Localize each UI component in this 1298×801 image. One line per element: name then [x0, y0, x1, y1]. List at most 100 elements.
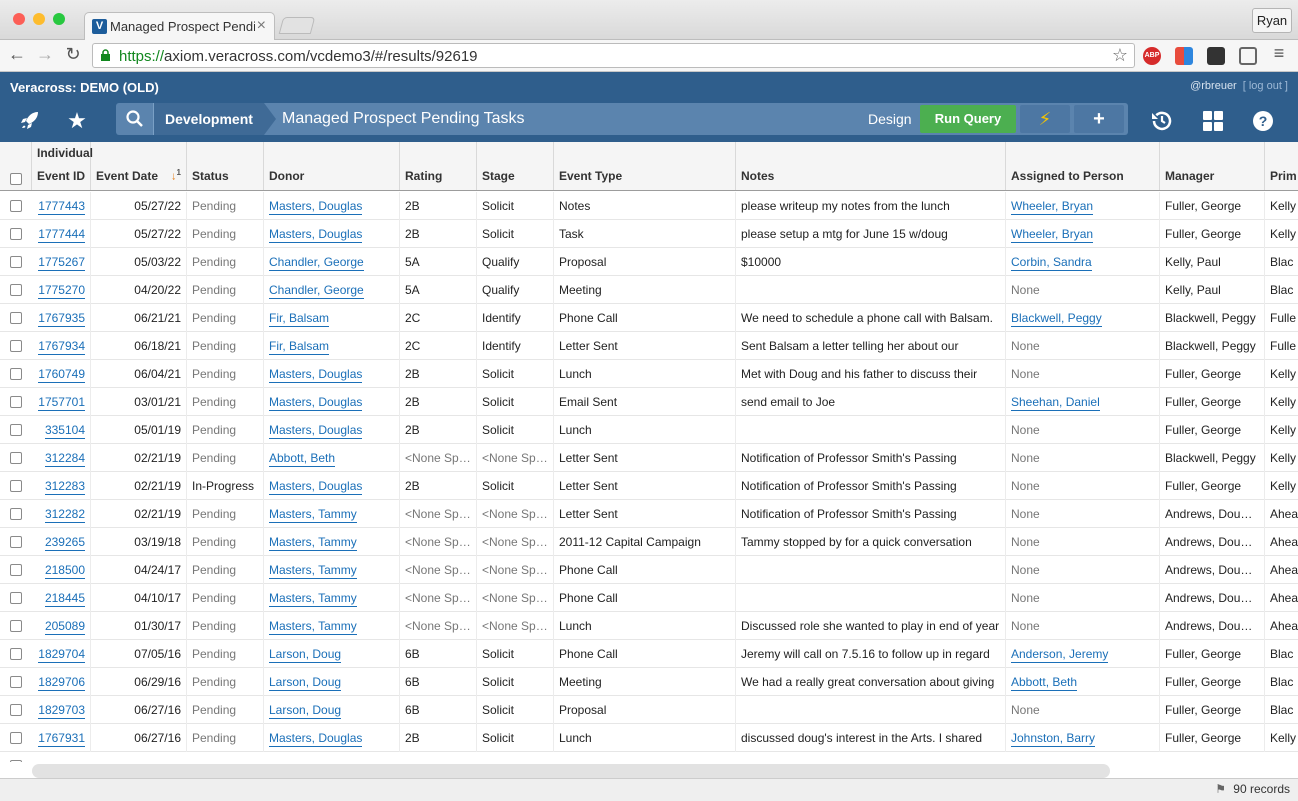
row-checkbox[interactable]: [10, 648, 22, 660]
event-id-link[interactable]: 312284: [44, 451, 85, 467]
close-window-icon[interactable]: [13, 13, 25, 25]
incognito-extension-icon[interactable]: [1207, 47, 1225, 65]
forward-icon[interactable]: →: [34, 44, 56, 65]
new-tab-button[interactable]: [278, 17, 316, 34]
table-row[interactable]: 1775267 05/03/22 Pending Chandler, George 5A…: [0, 248, 1298, 276]
event-id-link[interactable]: 205089: [44, 619, 85, 635]
table-row[interactable]: 1767931 06/27/16 Pending Masters, Douglas 2B…: [0, 724, 1298, 752]
row-checkbox[interactable]: [10, 396, 22, 408]
row-checkbox[interactable]: [10, 564, 22, 576]
table-row[interactable]: 312282 02/21/19 Pending Masters, Tammy <None…: [0, 500, 1298, 528]
event-id-link[interactable]: 1777443: [38, 199, 85, 215]
assigned-link[interactable]: Wheeler, Bryan: [1011, 227, 1094, 243]
event-id-link[interactable]: 335104: [44, 423, 85, 439]
help-icon[interactable]: ?: [1246, 104, 1280, 138]
column-header-stage[interactable]: Stage: [477, 142, 554, 190]
run-query-button[interactable]: Run Query: [920, 105, 1016, 133]
table-row[interactable]: 1767935 06/21/21 Pending Fir, Balsam 2C Ident…: [0, 304, 1298, 332]
event-id-link[interactable]: 1777444: [38, 227, 85, 243]
table-row[interactable]: [0, 752, 1298, 762]
row-checkbox[interactable]: [10, 536, 22, 548]
donor-link[interactable]: Masters, Douglas: [269, 731, 363, 747]
event-id-link[interactable]: 1829706: [38, 675, 85, 691]
column-header-donor[interactable]: Donor: [264, 142, 400, 190]
select-all-checkbox[interactable]: [10, 173, 22, 185]
table-row[interactable]: 239265 03/19/18 Pending Masters, Tammy <None…: [0, 528, 1298, 556]
bookmark-star-icon[interactable]: ☆: [1112, 45, 1128, 66]
event-id-link[interactable]: 218445: [44, 591, 85, 607]
favorites-star-icon[interactable]: ★: [60, 104, 94, 138]
donor-link[interactable]: Abbott, Beth: [269, 451, 336, 467]
grid-apps-icon[interactable]: [1196, 104, 1230, 138]
row-checkbox[interactable]: [10, 620, 22, 632]
horizontal-scrollbar[interactable]: [32, 764, 1110, 778]
row-checkbox[interactable]: [10, 284, 22, 296]
maximize-window-icon[interactable]: [53, 13, 65, 25]
row-checkbox[interactable]: [10, 312, 22, 324]
table-row[interactable]: 1760749 06/04/21 Pending Masters, Douglas 2B…: [0, 360, 1298, 388]
donor-link[interactable]: Masters, Tammy: [269, 563, 357, 579]
assigned-link[interactable]: Wheeler, Bryan: [1011, 199, 1094, 215]
row-checkbox[interactable]: [10, 200, 22, 212]
donor-link[interactable]: Masters, Douglas: [269, 199, 363, 215]
donor-link[interactable]: Fir, Balsam: [269, 339, 330, 355]
donor-link[interactable]: Larson, Doug: [269, 675, 342, 691]
donor-link[interactable]: Masters, Douglas: [269, 423, 363, 439]
menu-icon[interactable]: ≡: [1268, 43, 1290, 64]
table-row[interactable]: 1829703 06/27/16 Pending Larson, Doug 6B Soli…: [0, 696, 1298, 724]
column-header-event-date[interactable]: Event Date ↓1: [91, 142, 187, 190]
address-bar[interactable]: https://axiom.veracross.com/vcdemo3/#/re…: [92, 43, 1135, 68]
row-checkbox[interactable]: [10, 760, 22, 762]
assigned-link[interactable]: Sheehan, Daniel: [1011, 395, 1100, 411]
row-checkbox[interactable]: [10, 368, 22, 380]
donor-link[interactable]: Masters, Tammy: [269, 535, 357, 551]
event-id-link[interactable]: 1829703: [38, 703, 85, 719]
row-checkbox[interactable]: [10, 452, 22, 464]
row-checkbox[interactable]: [10, 508, 22, 520]
row-checkbox[interactable]: [10, 228, 22, 240]
row-checkbox[interactable]: [10, 676, 22, 688]
donor-link[interactable]: Masters, Tammy: [269, 591, 357, 607]
row-checkbox[interactable]: [10, 340, 22, 352]
assigned-link[interactable]: Corbin, Sandra: [1011, 255, 1092, 271]
column-header-event-id[interactable]: Individual Event ID: [32, 142, 93, 190]
column-header-notes[interactable]: Notes: [736, 142, 1006, 190]
assigned-link[interactable]: Blackwell, Peggy: [1011, 311, 1102, 327]
column-header-manager[interactable]: Manager: [1160, 142, 1265, 190]
add-icon[interactable]: +: [1074, 105, 1124, 133]
column-header-assigned-to[interactable]: Assigned to Person: [1006, 142, 1160, 190]
table-row[interactable]: 218500 04/24/17 Pending Masters, Tammy <None…: [0, 556, 1298, 584]
close-tab-icon[interactable]: ×: [257, 17, 266, 35]
table-row[interactable]: 205089 01/30/17 Pending Masters, Tammy <None…: [0, 612, 1298, 640]
extension-icon[interactable]: [1175, 47, 1193, 65]
donor-link[interactable]: Chandler, George: [269, 283, 364, 299]
donor-link[interactable]: Larson, Doug: [269, 703, 342, 719]
donor-link[interactable]: Larson, Doug: [269, 647, 342, 663]
row-checkbox[interactable]: [10, 592, 22, 604]
table-row[interactable]: 218445 04/10/17 Pending Masters, Tammy <None…: [0, 584, 1298, 612]
search-icon[interactable]: [116, 103, 154, 135]
donor-link[interactable]: Masters, Tammy: [269, 619, 357, 635]
event-id-link[interactable]: 1767935: [38, 311, 85, 327]
table-row[interactable]: 312283 02/21/19 In-Progress Masters, Dougla…: [0, 472, 1298, 500]
column-header-primary[interactable]: Prim: [1265, 142, 1298, 190]
row-checkbox[interactable]: [10, 732, 22, 744]
event-id-link[interactable]: 312283: [44, 479, 85, 495]
table-row[interactable]: 1829706 06/29/16 Pending Larson, Doug 6B Soli…: [0, 668, 1298, 696]
table-row[interactable]: 1829704 07/05/16 Pending Larson, Doug 6B Soli…: [0, 640, 1298, 668]
row-checkbox[interactable]: [10, 480, 22, 492]
table-row[interactable]: 1777444 05/27/22 Pending Masters, Douglas 2B…: [0, 220, 1298, 248]
browser-tab[interactable]: V Managed Prospect Pending ×: [84, 12, 275, 41]
event-id-link[interactable]: 1775267: [38, 255, 85, 271]
column-header-status[interactable]: Status: [187, 142, 264, 190]
donor-link[interactable]: Fir, Balsam: [269, 311, 330, 327]
event-id-link[interactable]: 1767931: [38, 731, 85, 747]
table-row[interactable]: 335104 05/01/19 Pending Masters, Douglas 2B S…: [0, 416, 1298, 444]
assigned-link[interactable]: Johnston, Barry: [1011, 731, 1096, 747]
donor-link[interactable]: Masters, Douglas: [269, 367, 363, 383]
logout-link[interactable]: [ log out ]: [1243, 80, 1288, 92]
event-id-link[interactable]: 218500: [44, 563, 85, 579]
table-row[interactable]: 1767934 06/18/21 Pending Fir, Balsam 2C Ident…: [0, 332, 1298, 360]
event-id-link[interactable]: 1767934: [38, 339, 85, 355]
design-link[interactable]: Design: [868, 103, 912, 135]
